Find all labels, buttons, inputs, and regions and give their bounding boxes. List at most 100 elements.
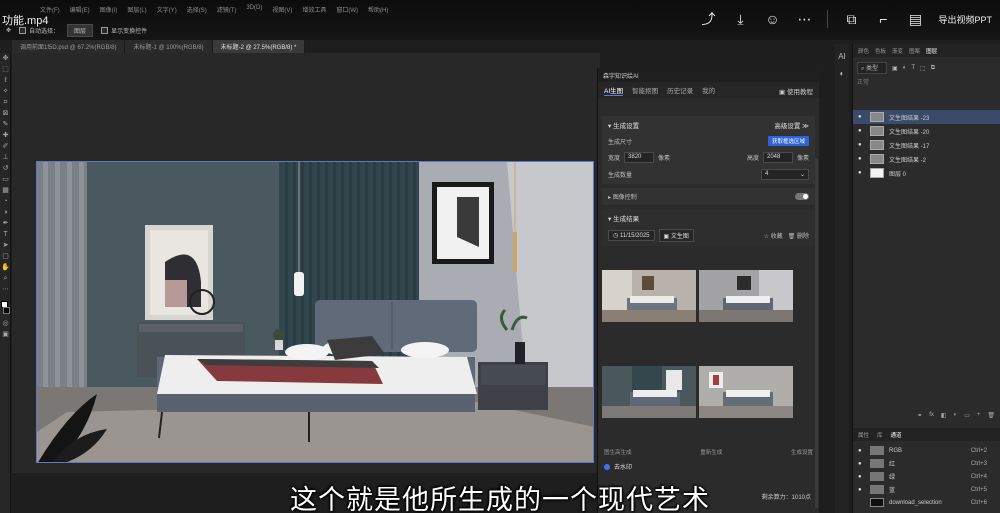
more-tools-icon[interactable]: ⋯: [0, 284, 11, 295]
show-transform-checkbox[interactable]: 显示变换控件: [101, 26, 147, 35]
folder-icon[interactable]: ▭: [964, 412, 970, 422]
menu-item[interactable]: 编辑(E): [70, 5, 90, 14]
doc-tab-active[interactable]: 未标题-2 @ 27.5%(RGB/8) *: [212, 40, 306, 53]
eye-icon[interactable]: ●: [858, 114, 865, 120]
menu-item[interactable]: 图像(I): [100, 5, 118, 14]
menu-item[interactable]: 图层(L): [127, 5, 146, 14]
width-input[interactable]: 3820: [624, 152, 655, 163]
eye-icon[interactable]: ●: [858, 170, 865, 176]
favorite-button[interactable]: ☆ 收藏: [764, 234, 783, 240]
height-input[interactable]: 2048: [762, 152, 793, 163]
layer-row[interactable]: ● 图层 0: [853, 166, 1000, 180]
menu-item[interactable]: 选择(S): [187, 5, 207, 14]
layer-row[interactable]: ● 文生图结果 -17: [853, 138, 1000, 152]
image-control-toggle[interactable]: [795, 193, 809, 200]
eraser-tool-icon[interactable]: ▭: [0, 174, 11, 185]
tab-patterns[interactable]: 图案: [909, 47, 920, 55]
count-select[interactable]: 4 ⌄: [761, 169, 809, 180]
screen-mode-icon[interactable]: ▣: [0, 329, 11, 340]
move-tool-icon[interactable]: ✥: [0, 53, 11, 64]
layer-row[interactable]: ● 文生图结果 -20: [853, 124, 1000, 138]
fx-icon[interactable]: fx: [929, 412, 934, 422]
tab-history[interactable]: 历史记录: [667, 85, 693, 95]
note-icon[interactable]: ▤: [906, 10, 924, 28]
path-select-tool-icon[interactable]: ➤: [0, 240, 11, 251]
get-selection-button[interactable]: 获取框选区域: [767, 136, 809, 146]
move-tool-icon[interactable]: ✥: [6, 27, 11, 34]
hand-tool-icon[interactable]: ✋: [0, 262, 11, 273]
regenerate-button[interactable]: 重新生成: [700, 448, 722, 456]
mask-icon[interactable]: ◧: [941, 412, 947, 422]
new-layer-icon[interactable]: +: [977, 412, 981, 422]
menu-item[interactable]: 文字(Y): [157, 5, 177, 14]
tab-properties[interactable]: 属性: [858, 431, 869, 439]
eye-icon[interactable]: ●: [858, 156, 865, 162]
background-color[interactable]: [0, 307, 11, 318]
shape-tool-icon[interactable]: ▢: [0, 251, 11, 262]
tab-gradients[interactable]: 渐变: [892, 47, 903, 55]
group-select[interactable]: 图层: [67, 23, 94, 37]
result-thumbnail[interactable]: [602, 270, 696, 322]
eyedropper-tool-icon[interactable]: ✎: [0, 119, 11, 130]
tab-layers[interactable]: 图层: [926, 47, 937, 55]
trash-icon[interactable]: 🗑: [987, 412, 995, 422]
tab-smart-cutout[interactable]: 智能抠图: [632, 85, 658, 95]
menu-item[interactable]: 文件(F): [40, 5, 60, 14]
menu-item[interactable]: 帮助(H): [368, 5, 388, 14]
doc-tab[interactable]: 未标题-1 @ 100%(RGB/8): [125, 40, 213, 53]
advanced-settings-link[interactable]: 高级设置 ≫: [774, 120, 809, 130]
menu-item[interactable]: 增效工具: [302, 5, 326, 14]
history-brush-tool-icon[interactable]: ↺: [0, 163, 11, 174]
watermark-radio[interactable]: [604, 463, 610, 470]
blend-mode-select[interactable]: 正常: [857, 77, 869, 89]
filter-type-icon[interactable]: T: [911, 65, 915, 71]
type-chip[interactable]: ▣ 文生图: [658, 229, 694, 242]
type-tool-icon[interactable]: T: [0, 229, 11, 240]
brush-tool-icon[interactable]: ✐: [0, 141, 11, 152]
eye-icon[interactable]: ●: [858, 448, 865, 454]
channel-row[interactable]: ● RGB Ctrl+2: [853, 444, 1000, 457]
quick-mask-icon[interactable]: ◎: [0, 318, 11, 329]
filter-smart-icon[interactable]: ⧉: [931, 65, 935, 72]
eye-icon[interactable]: ●: [858, 461, 865, 467]
channel-row[interactable]: ● 红 Ctrl+3: [853, 457, 1000, 470]
tab-color[interactable]: 颜色: [858, 47, 869, 55]
healing-tool-icon[interactable]: ✚: [0, 130, 11, 141]
crop-icon[interactable]: ⌐: [874, 10, 892, 28]
marquee-tool-icon[interactable]: ⬚: [0, 64, 11, 75]
settings-button[interactable]: 生成设置: [791, 448, 813, 456]
doc-tab[interactable]: 调用前面1f5D.psd @ 67.2%(RGB/8): [12, 40, 126, 53]
lasso-tool-icon[interactable]: ℓ: [0, 75, 11, 86]
magic-wand-tool-icon[interactable]: ✧: [0, 86, 11, 97]
filter-shape-icon[interactable]: ⬚: [920, 65, 926, 72]
frame-tool-icon[interactable]: ⊠: [0, 108, 11, 119]
img2img-button[interactable]: 图生高生成: [604, 448, 632, 456]
tutorial-link[interactable]: ▣ 使用教程: [779, 86, 813, 96]
result-thumbnail[interactable]: [602, 366, 696, 418]
delete-button[interactable]: 🗑 删除: [788, 234, 809, 240]
ai-icon[interactable]: AI: [835, 52, 849, 61]
result-thumbnail[interactable]: [699, 366, 793, 418]
screenshot-icon[interactable]: ⧉: [842, 10, 860, 28]
menu-item[interactable]: 窗口(W): [336, 5, 358, 14]
link-icon[interactable]: ⚭: [917, 412, 922, 422]
tab-libraries[interactable]: 库: [877, 431, 883, 439]
filter-adjust-icon[interactable]: ◐: [903, 65, 907, 71]
document-canvas[interactable]: [36, 161, 594, 463]
layer-row[interactable]: ● 文生图结果 -2: [853, 152, 1000, 166]
tab-swatches[interactable]: 色板: [875, 47, 886, 55]
crop-tool-icon[interactable]: ⌗: [0, 97, 11, 108]
filter-pixel-icon[interactable]: ▣: [892, 65, 898, 72]
tab-ai-generate[interactable]: AI生图: [604, 85, 624, 96]
tab-channels[interactable]: 通道: [891, 431, 902, 439]
menu-item[interactable]: 视图(V): [272, 5, 292, 14]
pen-tool-icon[interactable]: ✒: [0, 218, 11, 229]
adjust-icon[interactable]: ◐: [835, 69, 849, 78]
result-thumbnail[interactable]: [699, 270, 793, 322]
menu-item[interactable]: 3D(D): [246, 5, 262, 14]
blur-tool-icon[interactable]: ◔: [0, 196, 11, 207]
auto-select-checkbox[interactable]: 自动选择：: [19, 26, 59, 35]
dodge-tool-icon[interactable]: ◑: [0, 207, 11, 218]
zoom-tool-icon[interactable]: ⌕: [0, 273, 11, 284]
layer-row[interactable]: ● 文生图结果 -23: [853, 110, 1000, 124]
